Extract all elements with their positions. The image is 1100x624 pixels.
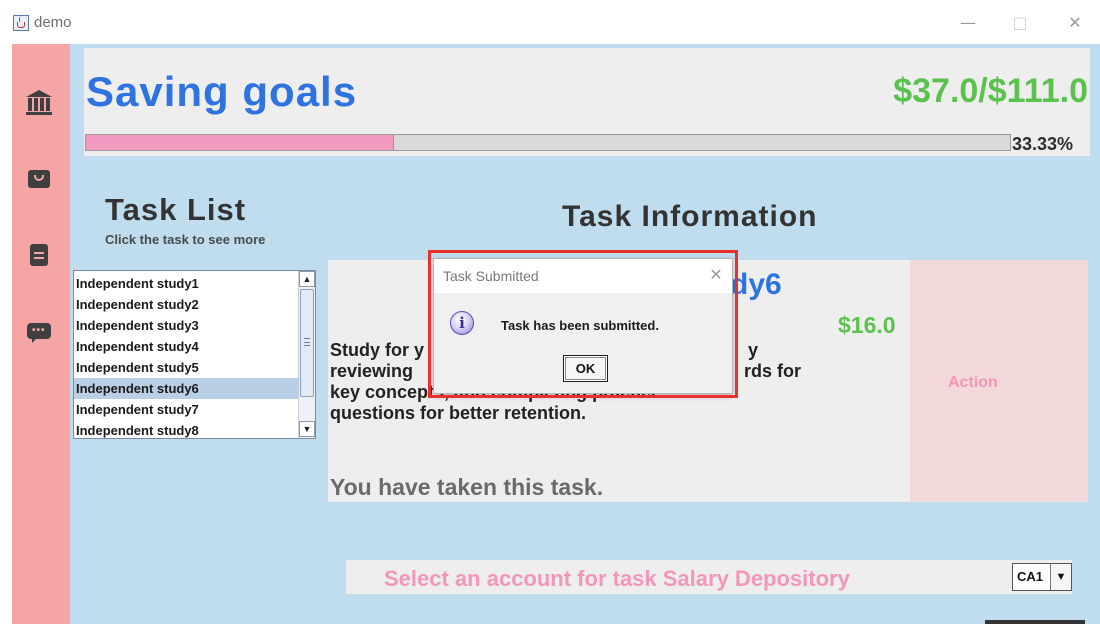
partially-hidden-element [985,614,1090,624]
action-button[interactable] [910,260,1088,502]
scroll-thumb[interactable] [300,289,314,397]
task-list-item[interactable]: Independent study5 [74,357,298,378]
bank-icon[interactable] [26,90,52,116]
scroll-down-arrow-icon[interactable]: ▼ [299,421,315,437]
task-description-fragment: y [748,340,759,360]
java-app-icon [13,15,29,31]
task-list-title: Task List [105,192,247,227]
task-list-item[interactable]: Independent study7 [74,399,298,420]
action-label: Action [948,374,998,391]
task-list-item[interactable]: Independent study1 [74,273,298,294]
task-price: $16.0 [838,312,896,338]
saving-progress-percent: 33.33% [1012,134,1074,154]
scroll-up-arrow-icon[interactable]: ▲ [299,271,315,287]
saving-goals-amount: $37.0/$111.0 [893,72,1088,110]
maximize-button[interactable]: □ [998,8,1042,38]
shopping-bag-icon[interactable] [26,166,52,192]
account-selector-label: Select an account for task Salary Deposi… [384,566,850,591]
saving-goals-title: Saving goals [86,68,358,115]
annotation-highlight-box [428,250,738,398]
task-list[interactable]: Independent study1 Independent study2 In… [73,270,316,439]
task-list-item[interactable]: Independent study4 [74,336,298,357]
account-dropdown[interactable]: CA1 ▼ [1012,563,1072,591]
task-description-line: questions for better retention. [330,403,587,423]
task-list-hint: Click the task to see more [105,232,266,247]
task-information-title: Task Information [562,200,818,233]
saving-progress-fill [86,135,394,150]
task-list-item[interactable]: Independent study8 [74,420,298,438]
window-title: demo [34,14,72,31]
close-window-button[interactable]: ✕ [1053,8,1097,38]
window-titlebar: demo — □ ✕ [0,0,1100,44]
task-list-item[interactable]: Independent study2 [74,294,298,315]
saving-progress-bar [85,134,1011,151]
clipboard-icon[interactable] [26,242,52,268]
chat-icon[interactable]: ••• [26,320,52,346]
chevron-down-icon[interactable]: ▼ [1050,564,1071,590]
task-list-item-selected[interactable]: Independent study6 [74,378,298,399]
task-list-item[interactable]: Independent study3 [74,315,298,336]
minimize-button[interactable]: — [946,8,990,38]
task-description-fragment: rds for [744,361,802,381]
account-dropdown-value: CA1 [1017,569,1044,584]
task-status: You have taken this task. [330,474,604,500]
task-list-scrollbar[interactable]: ▲ ▼ [298,271,315,438]
